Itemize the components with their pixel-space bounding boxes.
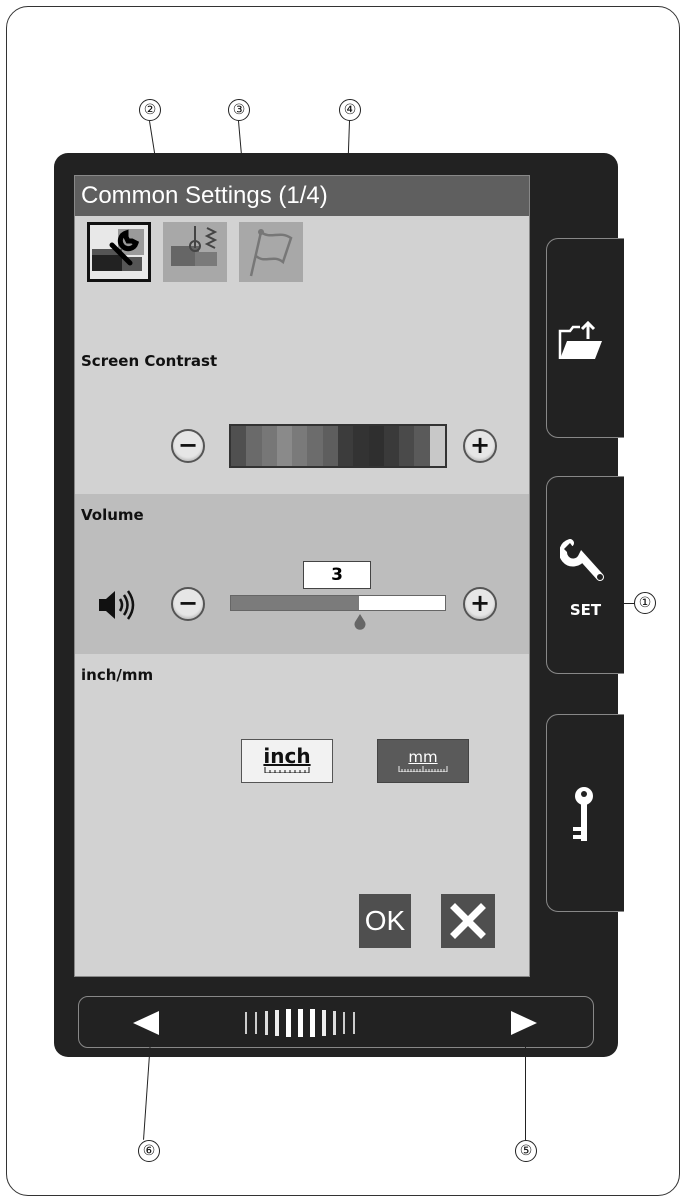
minus-icon: − [177,431,199,459]
plus-icon: + [469,431,491,459]
wrench-icon [560,539,604,581]
callout-3: ③ [228,99,250,121]
needle-stitch-icon [163,222,227,282]
contrast-swatch [292,426,308,466]
contrast-swatch [307,426,323,466]
side-button-settings[interactable]: SET [546,476,624,674]
side-button-lock[interactable] [546,714,624,912]
contrast-swatch [231,426,247,466]
callout-6: ⑥ [138,1140,160,1162]
callout-2: ② [139,99,161,121]
close-x-icon [450,903,486,939]
volume-minus-button[interactable]: − [171,587,205,621]
contrast-swatch [246,426,262,466]
wrench-machine-icon [90,225,148,279]
page-indicator-icon [245,1009,355,1037]
callout-5: ⑤ [515,1140,537,1162]
volume-value: 3 [303,561,371,589]
speaker-icon [99,590,135,620]
settings-screen: Common Settings (1/4) Screen Contrast − … [74,175,530,977]
key-icon [573,787,593,841]
contrast-swatch [276,426,293,466]
contrast-swatch [353,426,369,466]
inch-label: inch [263,744,311,768]
volume-label: Volume [81,506,144,524]
tab-sewing-settings[interactable] [163,222,227,282]
tab-language-settings[interactable] [239,222,303,282]
contrast-swatch [261,426,277,466]
contrast-label: Screen Contrast [81,352,218,370]
contrast-swatch [322,426,338,466]
callout-1: ① [634,592,656,614]
plus-icon: + [469,589,491,617]
right-arrow-icon[interactable] [509,1010,539,1036]
inch-button[interactable]: inch [241,739,333,783]
flag-icon [239,222,303,282]
contrast-swatch [399,426,415,466]
contrast-bar[interactable] [229,424,447,468]
side-button-file-open[interactable] [546,238,624,438]
folder-upload-icon [558,321,602,359]
screen-title: Common Settings (1/4) [75,176,529,216]
page-nav-bar [78,996,594,1048]
contrast-swatch [429,426,445,466]
callout-5-leader [525,1040,527,1140]
contrast-minus-button[interactable]: − [171,429,205,463]
mm-label: mm [408,748,438,766]
ok-button[interactable]: OK [359,894,411,948]
ruler-icon [398,766,448,772]
volume-slider[interactable] [230,595,446,611]
contrast-swatch [383,426,400,466]
units-label: inch/mm [81,666,154,684]
callout-1-leader [585,603,635,605]
contrast-plus-button[interactable]: + [463,429,497,463]
contrast-swatch [368,426,384,466]
volume-plus-button[interactable]: + [463,587,497,621]
left-arrow-icon[interactable] [131,1010,161,1036]
close-button[interactable] [441,894,495,948]
volume-slider-fill [231,596,360,610]
tab-machine-settings[interactable] [87,222,151,282]
minus-icon: − [177,589,199,617]
callout-4: ④ [339,99,361,121]
contrast-swatch [414,426,430,466]
contrast-swatch [337,426,354,466]
mm-button[interactable]: mm [377,739,469,783]
volume-slider-handle[interactable] [353,614,367,630]
